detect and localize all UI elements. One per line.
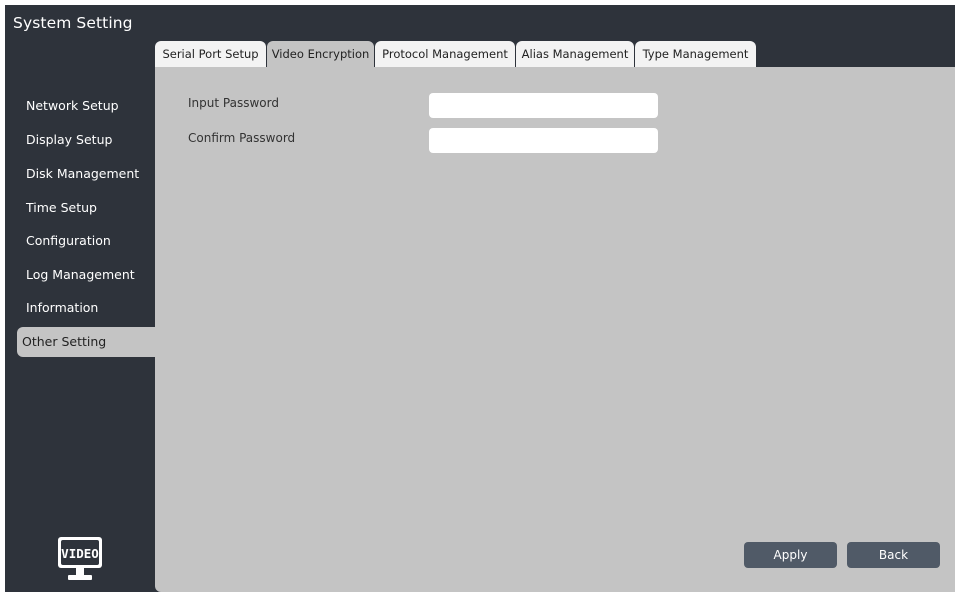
tab-alias-management[interactable]: Alias Management <box>516 41 634 67</box>
sidebar-item-log-management[interactable]: Log Management <box>17 260 155 290</box>
apply-button[interactable]: Apply <box>744 542 837 568</box>
input-password-label: Input Password <box>188 96 279 110</box>
confirm-password-field[interactable] <box>429 128 658 153</box>
sidebar-item-time-setup[interactable]: Time Setup <box>17 193 155 223</box>
back-button[interactable]: Back <box>847 542 940 568</box>
window-title: System Setting <box>13 14 133 32</box>
sidebar-item-information[interactable]: Information <box>17 293 155 323</box>
logo-text: VIDEO <box>61 546 99 561</box>
tab-video-encryption[interactable]: Video Encryption <box>267 41 374 69</box>
sidebar-item-display-setup[interactable]: Display Setup <box>17 125 155 155</box>
tab-protocol-management[interactable]: Protocol Management <box>375 41 515 67</box>
video-monitor-logo-icon: VIDEO <box>55 535 105 583</box>
input-password-field[interactable] <box>429 93 658 118</box>
sidebar-item-network-setup[interactable]: Network Setup <box>17 91 155 121</box>
video-encryption-panel: Input Password Confirm Password Apply Ba… <box>155 67 955 592</box>
tab-serial-port-setup[interactable]: Serial Port Setup <box>155 41 266 67</box>
system-setting-window: System Setting Serial Port Setup Video E… <box>5 5 955 592</box>
sidebar-item-other-setting[interactable]: Other Setting <box>17 327 155 357</box>
sidebar-item-disk-management[interactable]: Disk Management <box>17 159 155 189</box>
tab-type-management[interactable]: Type Management <box>635 41 756 67</box>
confirm-password-label: Confirm Password <box>188 131 296 145</box>
sidebar-item-configuration[interactable]: Configuration <box>17 226 155 256</box>
